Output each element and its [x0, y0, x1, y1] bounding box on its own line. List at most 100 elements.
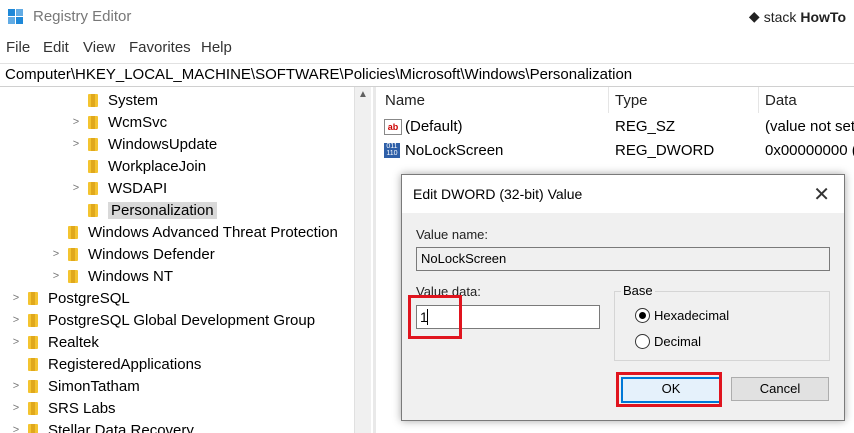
tree-item[interactable]: > WSDAPI: [70, 177, 167, 199]
radio-unselected-icon[interactable]: [635, 334, 650, 349]
value-data: (value not set): [765, 118, 854, 135]
tree-item[interactable]: > Stellar Data Recovery: [10, 419, 194, 433]
tree-item-label: Windows Advanced Threat Protection: [88, 223, 338, 241]
dialog-title-bar[interactable]: Edit DWORD (32-bit) Value ✕: [402, 175, 844, 213]
radio-selected-icon[interactable]: [635, 308, 650, 323]
expand-chevron-icon[interactable]: >: [10, 292, 22, 304]
tree-item[interactable]: System: [70, 89, 158, 111]
folder-icon: [28, 291, 42, 305]
folder-icon: [28, 313, 42, 327]
folder-icon: [28, 379, 42, 393]
expand-chevron-icon[interactable]: >: [70, 182, 82, 194]
expand-chevron-icon[interactable]: >: [50, 270, 62, 282]
dialog-title: Edit DWORD (32-bit) Value: [413, 186, 583, 202]
address-bar[interactable]: Computer\HKEY_LOCAL_MACHINE\SOFTWARE\Pol…: [0, 63, 854, 87]
column-header-name[interactable]: Name: [385, 92, 425, 109]
title-bar: Registry Editor ◆ stack HowTo: [0, 0, 854, 34]
string-value-icon: ab: [384, 119, 402, 135]
expand-chevron-icon[interactable]: >: [50, 248, 62, 260]
tree-item[interactable]: WorkplaceJoin: [70, 155, 206, 177]
column-divider[interactable]: [608, 87, 609, 113]
expand-chevron-icon[interactable]: >: [70, 116, 82, 128]
tree-item-label: WindowsUpdate: [108, 135, 218, 153]
folder-icon: [68, 269, 82, 283]
scroll-up-icon[interactable]: ▲: [358, 89, 368, 100]
tree-item[interactable]: > Realtek: [10, 331, 99, 353]
menu-file[interactable]: File: [6, 39, 30, 56]
folder-icon: [28, 401, 42, 415]
column-divider[interactable]: [758, 87, 759, 113]
value-type: REG_SZ: [615, 118, 676, 135]
tree-item-label: PostgreSQL Global Development Group: [48, 311, 316, 329]
column-header-type[interactable]: Type: [615, 92, 648, 109]
folder-icon: [88, 93, 102, 107]
menu-favorites[interactable]: Favorites: [129, 39, 191, 56]
expand-chevron-icon[interactable]: >: [10, 336, 22, 348]
column-header-data[interactable]: Data: [765, 92, 797, 109]
value-name-label: Value name:: [416, 227, 489, 242]
cancel-button[interactable]: Cancel: [731, 377, 829, 401]
ok-button-highlight: [616, 372, 722, 407]
radio-label: Hexadecimal: [654, 308, 730, 323]
tree-item-label: Windows NT: [88, 267, 174, 285]
menu-edit[interactable]: Edit: [43, 39, 69, 56]
tree-item-label: RegisteredApplications: [48, 355, 202, 373]
expand-chevron-icon[interactable]: >: [10, 380, 22, 392]
brand-watermark: ◆ stack HowTo: [749, 8, 846, 25]
dword-value-icon: 011 110: [384, 143, 400, 158]
tree-item-label: SimonTatham: [48, 377, 140, 395]
tree-item[interactable]: > Windows Defender: [50, 243, 215, 265]
folder-icon: [88, 203, 102, 217]
expand-chevron-icon[interactable]: >: [10, 402, 22, 414]
tree-item[interactable]: RegisteredApplications: [10, 353, 201, 375]
value-name: (Default): [405, 118, 463, 135]
expand-chevron-icon[interactable]: >: [10, 424, 22, 433]
window-title: Registry Editor: [33, 8, 132, 25]
folder-icon: [68, 247, 82, 261]
expand-chevron-icon[interactable]: >: [70, 138, 82, 150]
key-tree: System > WcmSvc > WindowsUpdate Workplac…: [0, 87, 370, 433]
tree-item-selected[interactable]: Personalization: [70, 199, 217, 221]
close-icon[interactable]: ✕: [813, 182, 830, 207]
value-name-text: NoLockScreen: [421, 251, 507, 266]
expand-chevron-icon[interactable]: >: [10, 314, 22, 326]
folder-icon: [88, 159, 102, 173]
folder-icon: [68, 225, 82, 239]
tree-scrollbar[interactable]: ▲: [354, 87, 371, 433]
tree-item-label: PostgreSQL: [48, 289, 130, 307]
value-type: REG_DWORD: [615, 142, 715, 159]
tree-item-label: WSDAPI: [108, 179, 168, 197]
menu-help[interactable]: Help: [201, 39, 232, 56]
tree-item-label: System: [108, 91, 159, 109]
tree-item[interactable]: > SimonTatham: [10, 375, 140, 397]
value-data-highlight: [408, 295, 462, 339]
tree-item[interactable]: > PostgreSQL: [10, 287, 130, 309]
brand-prefix: stack: [763, 8, 797, 25]
radio-hexadecimal[interactable]: Hexadecimal: [635, 308, 729, 323]
value-row[interactable]: 011 110 NoLockScreen REG_DWORD 0x00000000…: [376, 140, 854, 162]
base-legend: Base: [621, 283, 655, 298]
tree-item-label: Realtek: [48, 333, 99, 351]
edit-dword-dialog: Edit DWORD (32-bit) Value ✕ Value name: …: [401, 174, 845, 421]
tree-item-label: WcmSvc: [108, 113, 168, 131]
brand-suffix: HowTo: [800, 8, 846, 25]
tree-item[interactable]: > WcmSvc: [70, 111, 167, 133]
tree-item-label: WorkplaceJoin: [108, 157, 207, 175]
tree-item[interactable]: > Windows NT: [50, 265, 173, 287]
tree-item-label: Windows Defender: [88, 245, 215, 263]
tree-item[interactable]: > SRS Labs: [10, 397, 116, 419]
value-row[interactable]: ab (Default) REG_SZ (value not set): [376, 116, 854, 138]
tree-item[interactable]: > PostgreSQL Global Development Group: [10, 309, 315, 331]
menu-view[interactable]: View: [83, 39, 115, 56]
tree-item[interactable]: Windows Advanced Threat Protection: [50, 221, 338, 243]
value-name-field: NoLockScreen: [416, 247, 830, 271]
tree-item-label: SRS Labs: [48, 399, 116, 417]
address-path: Computer\HKEY_LOCAL_MACHINE\SOFTWARE\Pol…: [5, 66, 633, 83]
radio-decimal[interactable]: Decimal: [635, 334, 701, 349]
tree-item[interactable]: > WindowsUpdate: [70, 133, 217, 155]
stack-logo-icon: ◆: [748, 8, 760, 24]
radio-label: Decimal: [654, 334, 701, 349]
folder-icon: [28, 335, 42, 349]
folder-icon: [28, 357, 42, 371]
menu-bar: File Edit View Favorites Help: [0, 36, 854, 58]
